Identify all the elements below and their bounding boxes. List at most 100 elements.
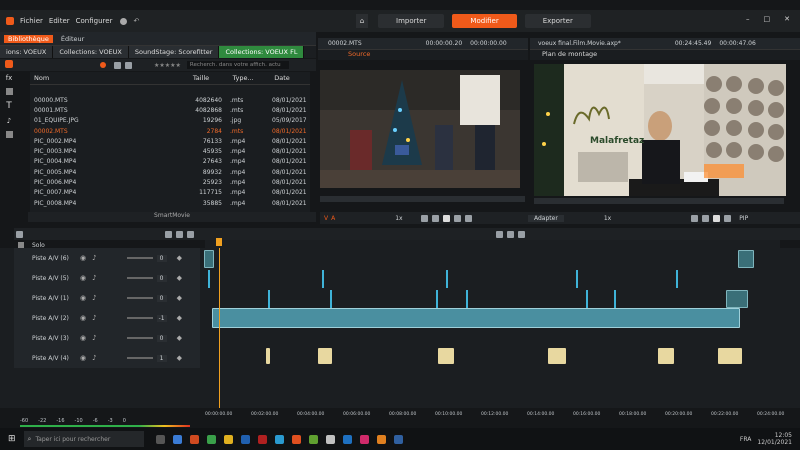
volume-slider[interactable]	[126, 257, 153, 259]
taskbar-search[interactable]: ⌕ Taper ici pour rechercher	[23, 431, 144, 447]
file-row[interactable]: 00000.MTS 4082640 .mts 08/01/2021	[30, 95, 310, 105]
source-speed[interactable]: 1x	[395, 215, 402, 222]
speaker-icon[interactable]: ♪	[92, 334, 96, 342]
file-row[interactable]: PIC_0004.MP4 27643 .mp4 08/01/2021	[30, 157, 310, 167]
keyframe-icon[interactable]: ◆	[177, 294, 182, 302]
v-toggle[interactable]: V	[324, 215, 328, 222]
playhead-line[interactable]	[219, 248, 220, 408]
timeline-tool-icon[interactable]	[507, 230, 514, 238]
a-toggle[interactable]: A	[331, 215, 335, 222]
clip[interactable]	[726, 290, 748, 308]
keyframe-icon[interactable]: ◆	[177, 274, 182, 282]
track-level[interactable]: 1	[156, 354, 167, 362]
clip[interactable]	[718, 348, 742, 364]
help-icon[interactable]	[120, 17, 128, 25]
tab-collection-1[interactable]: ions: VOEUX	[0, 46, 54, 58]
title-icon[interactable]: T	[6, 101, 12, 111]
pip-button[interactable]: PIP	[739, 215, 748, 222]
next-icon[interactable]	[724, 214, 732, 222]
minimize-icon[interactable]: –	[746, 15, 750, 23]
home-icon[interactable]: ⌂	[356, 14, 368, 28]
app-icon[interactable]	[291, 434, 301, 444]
app-icon[interactable]	[206, 434, 216, 444]
transition-icon[interactable]	[5, 88, 13, 95]
timeline-tool-icon[interactable]	[176, 230, 183, 238]
track-header[interactable]: Piste A/V (6) ◉ ♪ 0 ◆	[14, 248, 200, 268]
speaker-icon[interactable]: ♪	[92, 354, 96, 362]
prev-icon[interactable]	[702, 214, 710, 222]
app-icon[interactable]	[240, 434, 250, 444]
tray-date[interactable]: 12/01/2021	[757, 439, 792, 446]
clip-marker[interactable]	[208, 270, 210, 288]
playhead-marker[interactable]	[216, 238, 222, 246]
timeline-settings-icon[interactable]	[16, 230, 23, 238]
keyframe-icon[interactable]: ◆	[177, 334, 182, 342]
timeline-tool-icon[interactable]	[496, 230, 503, 238]
library-icon[interactable]	[6, 17, 14, 25]
tray-lang[interactable]: FRA	[740, 436, 751, 443]
column-date[interactable]: Date	[274, 74, 310, 82]
track-header[interactable]: Piste A/V (3) ◉ ♪ 0 ◆	[14, 328, 200, 348]
montage-scrub[interactable]	[534, 198, 784, 204]
app-icon[interactable]	[223, 434, 233, 444]
clip-marker[interactable]	[586, 290, 588, 308]
clip[interactable]	[266, 348, 270, 364]
eye-icon[interactable]: ◉	[80, 314, 86, 322]
track-name[interactable]: Piste A/V (5)	[32, 275, 76, 282]
rating-stars[interactable]: ★★★★★	[154, 62, 181, 69]
library-button[interactable]: Bibliothèque	[4, 34, 53, 43]
tab-soundstage[interactable]: SoundStage: Scorefitter	[128, 46, 220, 58]
task-view-icon[interactable]	[155, 434, 165, 444]
app-icon[interactable]	[376, 434, 386, 444]
next-icon[interactable]	[453, 214, 461, 222]
editor-button[interactable]: Éditeur	[61, 35, 84, 43]
source-video[interactable]	[320, 70, 520, 188]
media-icon[interactable]	[5, 60, 13, 68]
track-name[interactable]: Piste A/V (4)	[32, 355, 76, 362]
clip[interactable]	[738, 250, 754, 268]
volume-slider[interactable]	[126, 317, 153, 319]
file-row[interactable]: 00002.MTS 2784 .mts 08/01/2021	[30, 126, 310, 136]
loop-icon[interactable]	[691, 214, 699, 222]
column-type[interactable]: Type...	[233, 74, 275, 82]
eye-icon[interactable]: ◉	[80, 274, 86, 282]
speaker-icon[interactable]: ♪	[92, 254, 96, 262]
tab-modifier[interactable]: Modifier	[452, 14, 517, 28]
track-header[interactable]: Piste A/V (1) ◉ ♪ 0 ◆	[14, 288, 200, 308]
track-header[interactable]: Piste A/V (5) ◉ ♪ 0 ◆	[14, 268, 200, 288]
play-icon[interactable]	[442, 214, 450, 222]
file-row[interactable]: PIC_0008.MP4 35885 .mp4 08/01/2021	[30, 198, 310, 208]
tab-collection-2[interactable]: Collections: VOEUX	[53, 46, 129, 58]
file-row[interactable]: PIC_0007.MP4 117715 .mp4 08/01/2021	[30, 188, 310, 198]
filter-icon[interactable]	[100, 62, 106, 68]
track-level[interactable]: 0	[156, 254, 167, 262]
adapter-dropdown[interactable]: Adapter	[528, 214, 564, 222]
eye-icon[interactable]: ◉	[80, 354, 86, 362]
column-size[interactable]: Taille	[193, 74, 233, 82]
track-name[interactable]: Piste A/V (1)	[32, 295, 76, 302]
clip-marker[interactable]	[446, 270, 448, 288]
menu-configurer[interactable]: Configurer	[76, 17, 113, 25]
play-icon[interactable]	[713, 214, 721, 222]
clip-marker[interactable]	[676, 270, 678, 288]
track-header[interactable]: Piste A/V (4) ◉ ♪ 1 ◆	[14, 348, 200, 368]
montage-icon[interactable]	[5, 131, 13, 138]
prev-icon[interactable]	[431, 214, 439, 222]
clip[interactable]	[658, 348, 674, 364]
track-level[interactable]: -1	[156, 314, 167, 322]
app-icon[interactable]	[325, 434, 335, 444]
app-icon[interactable]	[257, 434, 267, 444]
menu-fichier[interactable]: Fichier	[20, 17, 43, 25]
clip-marker[interactable]	[576, 270, 578, 288]
file-row[interactable]: 00001.MTS 4082868 .mts 08/01/2021	[30, 105, 310, 115]
app-icon[interactable]	[274, 434, 284, 444]
fx-icon[interactable]: fx	[6, 74, 13, 82]
app-icon[interactable]	[393, 434, 403, 444]
volume-slider[interactable]	[126, 297, 153, 299]
app-icon[interactable]	[189, 434, 199, 444]
volume-slider[interactable]	[126, 277, 153, 279]
timeline-tool-icon[interactable]	[187, 230, 194, 238]
file-row[interactable]: PIC_0005.MP4 89932 .mp4 08/01/2021	[30, 167, 310, 177]
keyframe-icon[interactable]: ◆	[177, 314, 182, 322]
speaker-icon[interactable]: ♪	[92, 314, 96, 322]
